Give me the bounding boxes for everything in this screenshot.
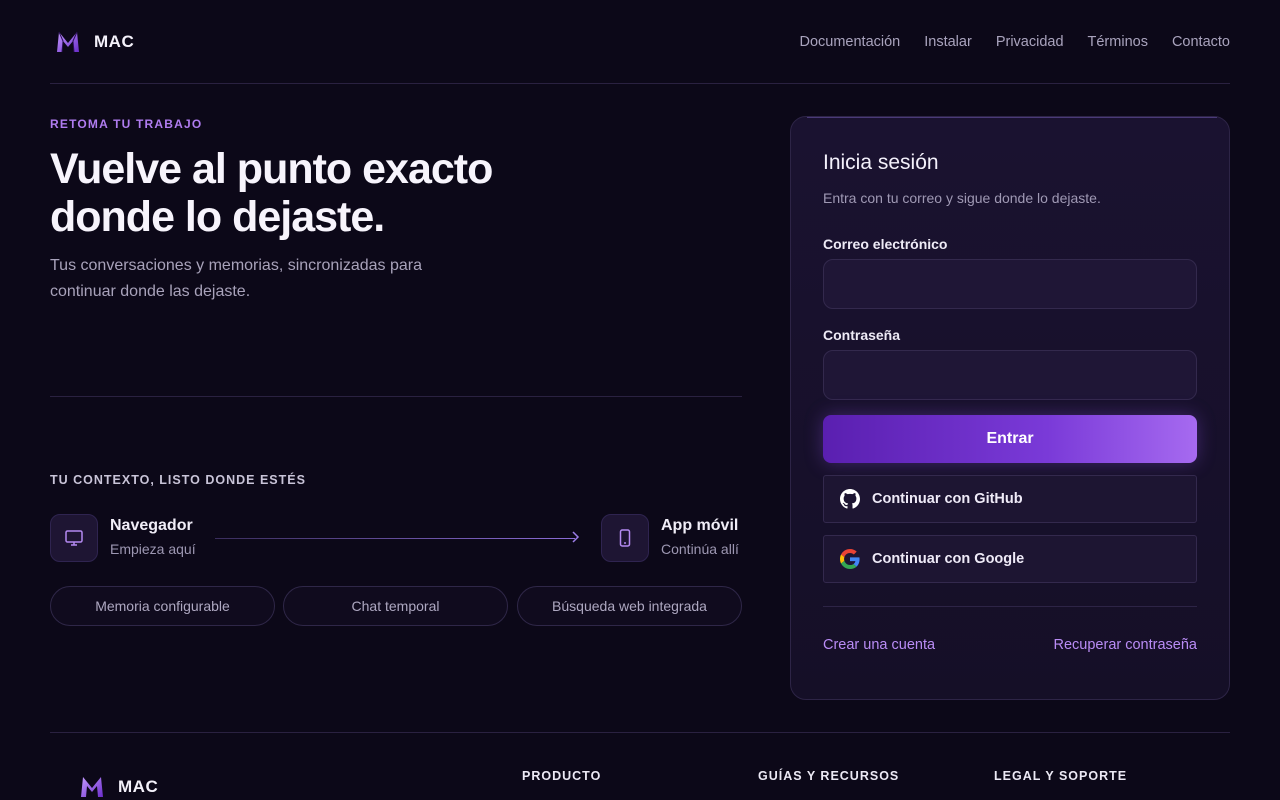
google-login-label: Continuar con Google	[872, 551, 1025, 567]
nav-link-contacto[interactable]: Contacto	[1172, 34, 1230, 50]
footer-brand-name: MAC	[118, 777, 159, 796]
brand[interactable]: MAC	[56, 31, 134, 53]
login-subtitle: Entra con tu correo y sigue donde lo dej…	[823, 190, 1101, 206]
hero-subtitle: Tus conversaciones y memorias, sincroniz…	[50, 257, 423, 300]
nav-link-privacidad[interactable]: Privacidad	[996, 34, 1064, 50]
context-title: TU CONTEXTO, LISTO DONDE ESTÉS	[50, 473, 306, 487]
email-field[interactable]	[823, 259, 1197, 309]
hero-title-line-1: Vuelve al punto exacto	[50, 145, 493, 193]
card-accent-line	[807, 117, 1217, 118]
nav-link-instalar[interactable]: Instalar	[924, 34, 972, 50]
google-icon	[840, 549, 860, 569]
sync-connector-line	[215, 538, 575, 539]
mac-logo-icon	[81, 777, 103, 797]
github-login-button[interactable]: Continuar con GitHub	[823, 475, 1197, 523]
create-account-link[interactable]: Crear una cuenta	[823, 637, 935, 653]
feature-pill-busqueda-web: Búsqueda web integrada	[517, 586, 742, 626]
main-nav: Documentación Instalar Privacidad Términ…	[800, 34, 1231, 50]
card-divider	[823, 606, 1197, 607]
login-title: Inicia sesión	[823, 151, 939, 174]
hero-title: Vuelve al punto exacto donde lo dejaste.	[50, 145, 610, 241]
google-login-button[interactable]: Continuar con Google	[823, 535, 1197, 583]
chevron-right-icon	[570, 530, 582, 546]
feature-pill-chat-temporal: Chat temporal	[283, 586, 508, 626]
hero-eyebrow: RETOMA TU TRABAJO	[50, 117, 203, 131]
recover-password-link[interactable]: Recuperar contraseña	[1054, 637, 1197, 653]
footer-col-producto: PRODUCTO	[522, 769, 602, 783]
hero-title-line-2: donde lo dejaste.	[50, 193, 385, 241]
device-mobile-sub: Continúa allí	[661, 541, 739, 557]
smartphone-icon	[601, 514, 649, 562]
footer-divider	[50, 732, 1230, 733]
page: MAC Documentación Instalar Privacidad Té…	[0, 0, 1280, 800]
mac-logo-icon	[57, 31, 79, 52]
footer-col-legal: LEGAL Y SOPORTE	[994, 769, 1128, 783]
submit-button[interactable]: Entrar	[823, 415, 1197, 463]
device-mobile: App móvil Continúa allí	[601, 514, 739, 562]
password-label: Contraseña	[823, 327, 901, 343]
monitor-icon	[50, 514, 98, 562]
github-login-label: Continuar con GitHub	[872, 491, 1023, 507]
footer-col-guias: GUÍAS Y RECURSOS	[758, 769, 900, 783]
device-browser-name: Navegador	[110, 517, 193, 534]
device-browser-sub: Empieza aquí	[110, 541, 196, 557]
password-field[interactable]	[823, 350, 1197, 400]
device-browser: Navegador Empieza aquí	[50, 514, 196, 562]
nav-link-terminos[interactable]: Términos	[1088, 34, 1148, 50]
feature-pill-memoria: Memoria configurable	[50, 586, 275, 626]
section-divider	[50, 396, 742, 397]
footer-brand[interactable]: MAC	[80, 776, 158, 798]
brand-name: MAC	[94, 31, 135, 51]
device-mobile-name: App móvil	[661, 517, 739, 534]
top-header: MAC Documentación Instalar Privacidad Té…	[50, 0, 1230, 84]
login-card: Inicia sesión Entra con tu correo y sigu…	[790, 116, 1230, 700]
nav-link-documentacion[interactable]: Documentación	[800, 34, 901, 50]
email-label: Correo electrónico	[823, 236, 948, 252]
github-icon	[840, 489, 860, 509]
